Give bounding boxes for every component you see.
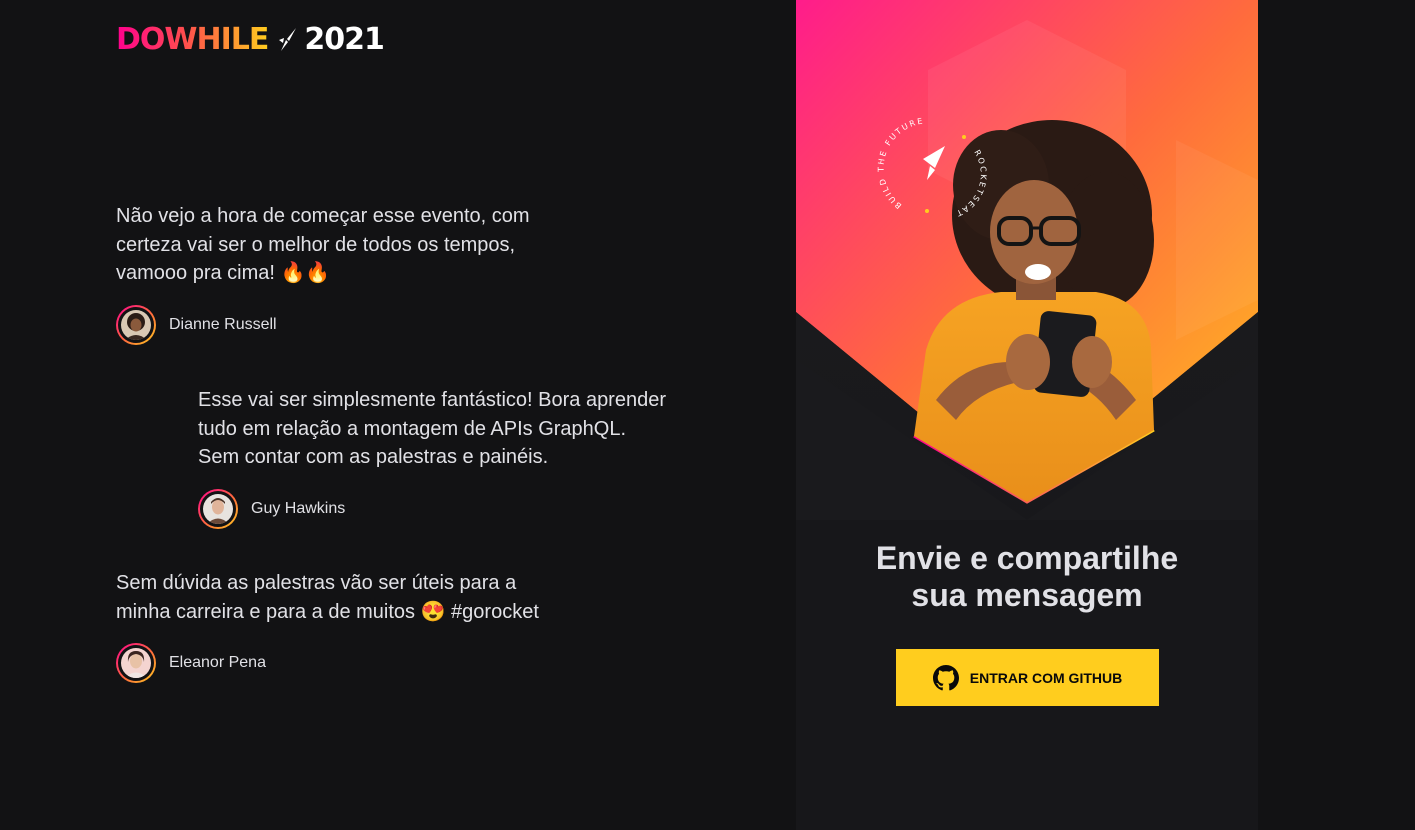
avatar-photo [121,309,151,340]
message-item: Não vejo a hora de começar esse evento, … [116,202,556,345]
github-button-label: ENTRAR COM GITHUB [969,669,1123,686]
login-panel: BUILD THE FUTURE ROCKETSEAT Envie e comp… [796,0,1258,830]
dowhile-logo: DOWHILE 2021 [116,22,385,57]
user-name: Guy Hawkins [251,499,346,517]
user-name: Dianne Russell [169,315,277,333]
hero-illustration: BUILD THE FUTURE ROCKETSEAT [796,0,1258,520]
panel-title: Envie e compartilhe sua mensagem [796,540,1258,614]
logo-dowhile-text: DOWHILE [116,22,269,57]
page: DOWHILE 2021 Não vejo a hora de começar … [0,0,1415,830]
avatar-photo [121,648,151,678]
avatar [198,488,238,529]
avatar [116,643,156,683]
logo-year-text: 2021 [304,22,384,57]
github-icon [932,664,959,690]
panel-title-line1: Envie e compartilhe [875,540,1179,576]
message-item: Sem dúvida as palestras vão ser úteis pa… [116,569,566,683]
message-author: Eleanor Pena [116,643,566,683]
message-text: Sem dúvida as palestras vão ser úteis pa… [116,572,539,623]
panel-title-line2: sua mensagem [911,577,1143,613]
message-text: Esse vai ser simplesmente fantástico! Bo… [198,389,666,468]
github-login-button[interactable]: ENTRAR COM GITHUB [896,649,1159,706]
message-author: Guy Hawkins [198,488,668,529]
avatar [116,304,156,345]
message-author: Dianne Russell [116,304,556,345]
rocket-icon [279,28,297,51]
message-text: Não vejo a hora de começar esse evento, … [116,205,530,284]
message-item: Esse vai ser simplesmente fantástico! Bo… [198,386,668,529]
avatar-photo [203,493,233,524]
user-name: Eleanor Pena [169,654,266,671]
